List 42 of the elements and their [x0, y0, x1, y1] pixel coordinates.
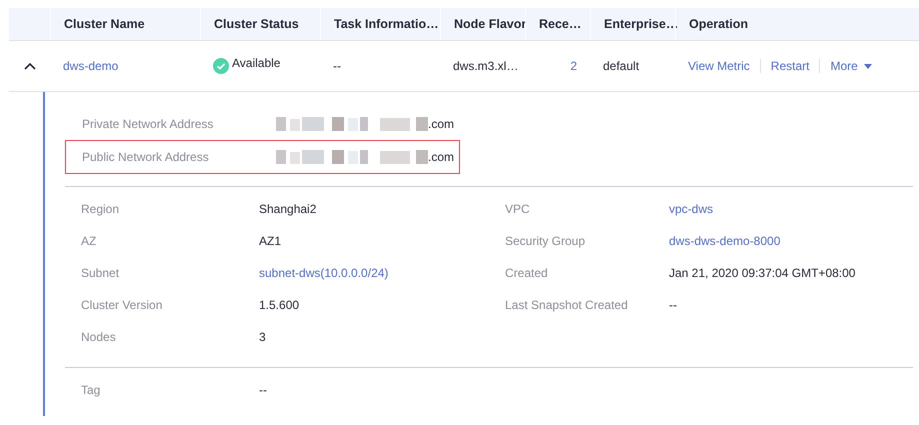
field-label: Region: [81, 201, 120, 218]
count-link[interactable]: 2: [570, 59, 577, 73]
field-link[interactable]: subnet-dws(10.0.0.0/24): [259, 257, 388, 289]
column-header[interactable]: Rece…: [525, 8, 590, 40]
cluster-name-link[interactable]: dws-demo: [63, 59, 118, 73]
field-value: 1.5.600: [259, 297, 300, 314]
column-header[interactable]: Enterprise…: [590, 8, 675, 40]
action-link[interactable]: Restart: [770, 59, 810, 73]
column-header[interactable]: Task Informatio…: [320, 8, 440, 40]
caret-icon: [864, 64, 872, 68]
column-header[interactable]: Cluster Name: [50, 8, 200, 40]
field-label: Nodes: [81, 329, 116, 346]
field-label: AZ: [81, 233, 96, 250]
field-value: --: [259, 382, 267, 399]
field-value: .com: [428, 117, 454, 131]
column-header[interactable]: Cluster Status: [200, 8, 320, 40]
action-link[interactable]: View Metric: [688, 59, 750, 73]
field-value: AZ1: [259, 233, 282, 250]
field-label: Subnet: [81, 265, 120, 282]
field-value: Jan 21, 2020 09:37:04 GMT+08:00: [669, 265, 856, 282]
more-dropdown[interactable]: More: [830, 59, 872, 73]
field-label: Private Network Address: [82, 117, 214, 131]
table-cell-text: --: [332, 58, 342, 75]
field-link[interactable]: vpc-dws: [669, 193, 714, 225]
table-cell-text: default: [602, 58, 640, 75]
column-header[interactable]: Node Flavor: [440, 8, 525, 40]
field-label: Public Network Address: [82, 150, 210, 164]
field-label: Last Snapshot Created: [505, 297, 628, 314]
field-value: .com: [428, 150, 454, 164]
column-header[interactable]: Operation: [675, 8, 919, 40]
field-label: Created: [505, 265, 548, 282]
collapse-chevron-icon[interactable]: [24, 62, 36, 70]
field-label: Cluster Version: [81, 297, 162, 314]
field-label: Tag: [81, 382, 100, 399]
status-text: Available: [232, 56, 280, 70]
field-link[interactable]: dws-dws-demo-8000: [669, 225, 780, 257]
field-value: 3: [259, 329, 266, 346]
field-label: VPC: [505, 201, 530, 218]
field-value: --: [669, 297, 677, 314]
field-value: Shanghai2: [259, 201, 316, 218]
table-cell-text: dws.m3.xl…: [452, 58, 520, 75]
field-label: Security Group: [505, 233, 586, 250]
